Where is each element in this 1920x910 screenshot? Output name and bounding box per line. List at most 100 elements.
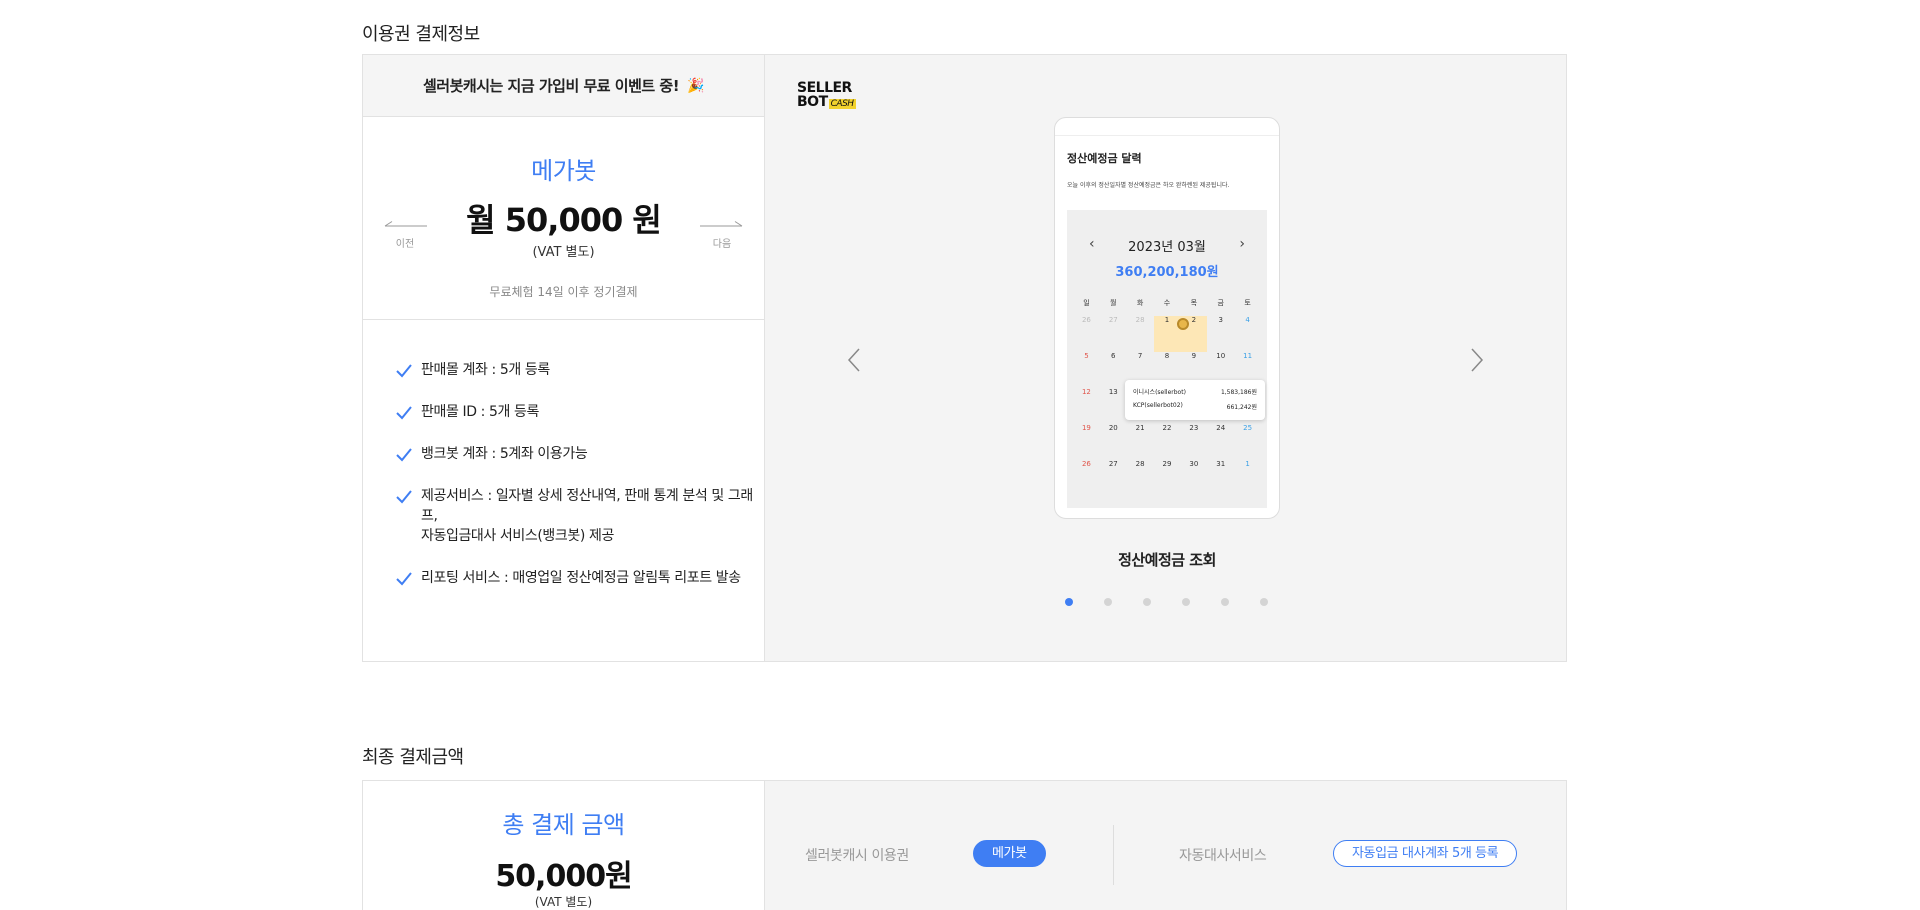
calendar-day[interactable]: 22 xyxy=(1154,424,1181,460)
event-banner-text: 셀러봇캐시는 지금 가입비 무료 이벤트 중! xyxy=(423,77,680,95)
calendar-day-number: 23 xyxy=(1189,424,1199,432)
total-vat-note: (VAT 별도) xyxy=(534,895,593,909)
weekday-label: 월 xyxy=(1110,299,1117,307)
calendar-day-number: 9 xyxy=(1191,352,1197,360)
calendar-day[interactable]: 24 xyxy=(1207,424,1234,460)
tooltip-row: KCP(sellerbot02) 661,242원 xyxy=(1133,402,1257,411)
calendar-day[interactable]: 23 xyxy=(1180,424,1207,460)
calendar-day[interactable]: 21 xyxy=(1127,424,1154,460)
calendar-day-number: 11 xyxy=(1243,352,1253,360)
calendar-day[interactable]: 27 xyxy=(1100,316,1127,352)
plan-badge: 메가봇 xyxy=(973,840,1046,867)
calendar-day-number: 22 xyxy=(1162,424,1172,432)
carousel-dot[interactable] xyxy=(1260,598,1268,606)
arrow-right-icon xyxy=(700,221,743,227)
calendar-day[interactable]: 28 xyxy=(1127,316,1154,352)
feature-text: 뱅크봇 계좌 : 5계좌 이용가능 xyxy=(421,446,588,462)
calendar-day[interactable]: 6 xyxy=(1100,352,1127,388)
plan-info-title: 이용권 결제정보 xyxy=(362,24,480,45)
calendar-day[interactable]: 31 xyxy=(1207,460,1234,496)
calendar-day[interactable]: 29 xyxy=(1154,460,1181,496)
feature-item: 리포팅 서비스 : 매영업일 정산예정금 알림톡 리포트 발송 xyxy=(395,568,764,588)
calendar-day-number: 10 xyxy=(1216,352,1226,360)
carousel-prev-icon[interactable] xyxy=(845,345,865,375)
calendar-day-number: 6 xyxy=(1111,352,1116,360)
calendar-day-number: 5 xyxy=(1084,352,1089,360)
calendar-day-number: 30 xyxy=(1189,460,1199,468)
sellerbot-cash-logo: SELLER BOT CASH xyxy=(797,81,856,111)
calendar-day-number: 28 xyxy=(1135,460,1145,468)
check-icon xyxy=(396,406,412,420)
calendar-day-number: 20 xyxy=(1108,424,1118,432)
phone-mockup: 정산예정금 달력 오늘 이후의 정산일자별 정산예정금은 하오 완하렌된 제공됩… xyxy=(1054,117,1280,519)
calendar-day-number: 12 xyxy=(1081,388,1091,396)
calendar-day-number: 26 xyxy=(1081,460,1091,468)
tooltip-name: KCP(sellerbot02) xyxy=(1133,402,1183,409)
plan-info-box: 셀러봇캐시는 지금 가입비 무료 이벤트 중! 🎉 이전 메가봇 월 50,00… xyxy=(362,54,1567,662)
phone-desc: 오늘 이후의 정산일자별 정산예정금은 하오 완하렌된 제공됩니다. xyxy=(1067,182,1230,189)
chevron-right-icon: › xyxy=(1239,236,1245,252)
calendar-day[interactable]: 5 xyxy=(1073,352,1100,388)
feature-list: 판매몰 계좌 : 5개 등록 판매몰 ID : 5개 등록 뱅크봇 계좌 : 5… xyxy=(363,320,764,588)
calendar-day[interactable]: 3 xyxy=(1207,316,1234,352)
calendar-day[interactable]: 27 xyxy=(1100,460,1127,496)
carousel-dot[interactable] xyxy=(1221,598,1229,606)
calendar-day[interactable]: 28 xyxy=(1127,460,1154,496)
calendar-amount: 360,200,180원 xyxy=(1115,265,1219,280)
price-block: 이전 메가봇 월 50,000 원 (VAT 별도) 무료체험 14일 이후 정… xyxy=(363,117,764,320)
plan-summary-panel: 셀러봇캐시는 지금 가입비 무료 이벤트 중! 🎉 이전 메가봇 월 50,00… xyxy=(363,55,765,661)
calendar-day-number: 19 xyxy=(1081,424,1091,432)
weekday-label: 토 xyxy=(1244,299,1251,307)
logo-line1: SELLER xyxy=(797,80,852,96)
payment-details-panel: 셀러봇캐시 이용권 메가봇 자동대사서비스 자동입금 대사계좌 5개 등록 xyxy=(765,781,1566,910)
plan-label: 셀러봇캐시 이용권 xyxy=(805,848,909,864)
calendar-day-number: 25 xyxy=(1243,424,1253,432)
calendar-day[interactable]: 4 xyxy=(1234,316,1261,352)
logo-line2: BOT xyxy=(797,94,828,110)
calendar-day-number: 4 xyxy=(1245,316,1250,324)
event-banner: 셀러봇캐시는 지금 가입비 무료 이벤트 중! 🎉 xyxy=(363,55,764,117)
calendar-day[interactable]: 30 xyxy=(1180,460,1207,496)
calendar-day-number: 1 xyxy=(1164,316,1170,324)
carousel-dot[interactable] xyxy=(1065,598,1073,606)
weekday-label: 일 xyxy=(1083,299,1090,307)
total-label: 총 결제 금액 xyxy=(502,811,625,839)
calendar-day[interactable]: 20 xyxy=(1100,424,1127,460)
feature-text: 판매몰 ID : 5개 등록 xyxy=(421,404,540,420)
calendar-month: 2023년 03월 xyxy=(1128,240,1206,255)
feature-item: 제공서비스 : 일자별 상세 정산내역, 판매 통계 분석 및 그래프, 자동입… xyxy=(395,486,764,546)
feature-text: 판매몰 계좌 : 5개 등록 xyxy=(421,362,550,378)
carousel-next-icon[interactable] xyxy=(1466,345,1486,375)
calendar-day[interactable]: 1 xyxy=(1234,460,1261,496)
feature-item: 판매몰 ID : 5개 등록 xyxy=(395,402,764,422)
calendar-day[interactable]: 19 xyxy=(1073,424,1100,460)
calendar-day[interactable]: 13 xyxy=(1100,388,1127,424)
trial-note: 무료체험 14일 이후 정기결제 xyxy=(489,285,638,299)
calendar-day-number: 27 xyxy=(1108,460,1118,468)
next-plan-button[interactable]: 다음 xyxy=(700,221,744,250)
carousel-dot[interactable] xyxy=(1182,598,1190,606)
carousel-dot[interactable] xyxy=(1143,598,1151,606)
tooltip-amount: 661,242원 xyxy=(1226,404,1257,411)
slide-caption: 정산예정금 조회 xyxy=(1118,551,1216,569)
calendar-day[interactable]: 25 xyxy=(1234,424,1261,460)
calendar-day-number: 1 xyxy=(1245,460,1250,468)
party-popper-icon: 🎉 xyxy=(687,77,704,94)
phone-status-bar xyxy=(1055,118,1279,136)
feature-item: 판매몰 계좌 : 5개 등록 xyxy=(395,360,764,380)
check-icon xyxy=(396,364,412,378)
weekday-label: 수 xyxy=(1163,299,1171,307)
calendar: ‹ 2023년 03월 › 360,200,180원 일 월 화 수 목 금 토 26 27 28… xyxy=(1067,210,1267,508)
calendar-day[interactable]: 26 xyxy=(1073,316,1100,352)
carousel-dots xyxy=(1065,598,1268,606)
calendar-day[interactable]: 12 xyxy=(1073,388,1100,424)
calendar-day-number: 8 xyxy=(1164,352,1170,360)
calendar-day-number: 2 xyxy=(1191,316,1197,324)
calendar-day[interactable]: 26 xyxy=(1073,460,1100,496)
tooltip-name: 이니시스(sellerbot) xyxy=(1133,389,1186,396)
service-badge: 자동입금 대사계좌 5개 등록 xyxy=(1333,840,1518,867)
chevron-left-icon: ‹ xyxy=(1089,236,1095,252)
tooltip-amount: 1,583,186원 xyxy=(1220,389,1257,396)
carousel-dot[interactable] xyxy=(1104,598,1112,606)
check-icon xyxy=(396,572,412,586)
